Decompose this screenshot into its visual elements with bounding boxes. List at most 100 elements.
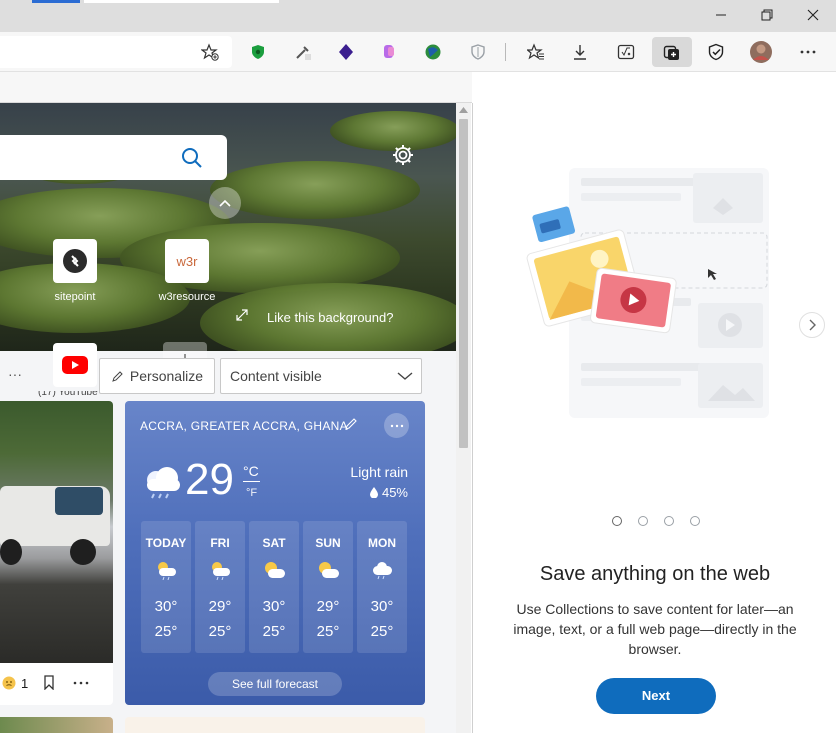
minimize-button[interactable]	[698, 0, 744, 30]
collections-pane: Save anything on the web Use Collections…	[472, 103, 836, 733]
new-tab-page: sitepoint w3r w3resource Like this backg…	[0, 103, 456, 733]
step-dot[interactable]	[664, 516, 674, 526]
precip-value: 45%	[381, 485, 408, 500]
forecast-day[interactable]: TODAY 30° 25°	[141, 521, 191, 653]
forecast-high: 30°	[154, 598, 178, 615]
pane-description: Use Collections to save content for late…	[513, 601, 797, 657]
close-button[interactable]	[790, 0, 836, 30]
step-dot-active[interactable]	[612, 516, 622, 526]
cloud-rain-icon	[147, 467, 180, 499]
weather-card[interactable]: ACCRA, GREATER ACCRA, GHANA 29 °C °F Lig…	[125, 401, 425, 705]
forecast-low: 25°	[208, 623, 232, 640]
truck-wheel	[70, 539, 96, 565]
like-background-link[interactable]: Like this background?	[267, 310, 393, 325]
reaction-emoji-icon[interactable]	[2, 676, 16, 690]
more-icon[interactable]	[73, 681, 89, 685]
forecast-day-label: TODAY	[145, 536, 187, 550]
address-bar[interactable]	[0, 36, 232, 68]
downloads-icon	[574, 45, 586, 60]
favorites-button[interactable]	[522, 38, 550, 66]
quick-link-youtube[interactable]	[53, 343, 97, 387]
downloads-button[interactable]	[566, 38, 594, 66]
forecast-day[interactable]: MON 30° 25°	[357, 521, 407, 653]
quick-link-sitepoint[interactable]	[53, 239, 97, 283]
sun-cloud-rain-icon	[212, 562, 230, 580]
profile-button[interactable]	[747, 38, 775, 66]
add-favorite-button[interactable]	[196, 38, 224, 66]
math-solver-icon	[617, 44, 635, 60]
current-temperature: 29	[185, 455, 234, 504]
content-visibility-select[interactable]: Content visible	[220, 358, 422, 394]
expand-icon[interactable]	[235, 308, 249, 322]
extension-eyedropper-button[interactable]	[289, 38, 317, 66]
forecast-day-label: SAT	[262, 536, 286, 550]
extension-shield-button[interactable]	[244, 38, 272, 66]
collections-illustration	[526, 168, 769, 418]
settings-more-button[interactable]	[794, 38, 822, 66]
sun-cloud-icon	[265, 562, 285, 578]
search-box[interactable]	[0, 135, 227, 180]
restore-button[interactable]	[744, 0, 790, 30]
sun-cloud-rain-icon	[158, 562, 176, 580]
shield-extension-icon	[252, 45, 264, 59]
pencil-icon[interactable]	[344, 417, 358, 431]
chevron-up-icon	[219, 199, 231, 207]
quick-link-w3resource[interactable]: w3r	[165, 239, 209, 283]
more-icon	[390, 424, 403, 427]
forecast-day-label: SUN	[315, 536, 341, 550]
news-card[interactable]: 1	[0, 401, 113, 705]
personalize-button[interactable]: Personalize	[99, 358, 215, 394]
bookmark-icon[interactable]	[43, 675, 55, 690]
favorites-bar	[0, 72, 472, 103]
see-full-forecast-button[interactable]: See full forecast	[208, 672, 342, 696]
forecast-day[interactable]: SUN 29° 25°	[303, 521, 353, 653]
forecast-day-label: MON	[368, 536, 396, 550]
forecast-day-label: FRI	[210, 536, 230, 550]
forecast-day[interactable]: FRI 29° 25°	[195, 521, 245, 653]
sitepoint-logo	[63, 249, 87, 273]
tab-strip-segment[interactable]	[84, 0, 279, 3]
browser-essentials-icon	[708, 43, 724, 61]
news-card-preview[interactable]	[0, 717, 113, 733]
browser-essentials-button[interactable]	[702, 38, 730, 66]
restore-icon	[761, 9, 773, 21]
forecast-high: 29°	[208, 598, 232, 615]
raindrop-icon	[369, 487, 378, 498]
forecast-low: 25°	[262, 623, 286, 640]
weather-location: ACCRA, GREATER ACCRA, GHANA	[140, 419, 348, 433]
scrollbar-thumb[interactable]	[459, 119, 468, 448]
unit-fahrenheit-toggle[interactable]: °F	[246, 487, 257, 499]
close-icon	[807, 9, 819, 21]
search-icon[interactable]	[181, 147, 203, 169]
extension-shield-outline-button[interactable]	[464, 38, 492, 66]
step-dot[interactable]	[638, 516, 648, 526]
collections-button[interactable]	[652, 37, 692, 67]
math-solver-button[interactable]	[612, 38, 640, 66]
next-slide-button[interactable]	[799, 312, 825, 338]
forecast-day[interactable]: SAT 30° 25°	[249, 521, 299, 653]
news-image	[0, 401, 113, 663]
gear-icon[interactable]	[391, 143, 415, 167]
news-card-preview[interactable]	[125, 717, 425, 733]
reaction-count: 1	[21, 676, 29, 691]
paint-extension-icon	[384, 45, 394, 58]
minimize-icon	[716, 14, 726, 16]
extension-hexagon-button[interactable]	[332, 38, 360, 66]
forecast-low: 25°	[316, 623, 340, 640]
next-button[interactable]: Next	[596, 678, 716, 714]
collapse-button[interactable]	[209, 187, 241, 219]
active-tab-indicator[interactable]	[32, 0, 80, 3]
weather-more-button[interactable]	[384, 413, 409, 438]
eyedropper-extension-icon	[296, 46, 311, 60]
step-dot[interactable]	[690, 516, 700, 526]
favorites-icon	[527, 43, 544, 60]
forecast-high: 29°	[316, 598, 340, 615]
unit-celsius-toggle[interactable]: °C	[243, 463, 259, 479]
extension-paint-button[interactable]	[375, 38, 403, 66]
forecast-low: 25°	[154, 623, 178, 640]
content-select-value: Content visible	[230, 368, 322, 384]
hexagon-extension-icon	[339, 44, 353, 60]
extension-globe-button[interactable]	[419, 38, 447, 66]
more-options-icon[interactable]: ···	[8, 366, 22, 382]
scroll-up-icon[interactable]	[459, 107, 468, 113]
